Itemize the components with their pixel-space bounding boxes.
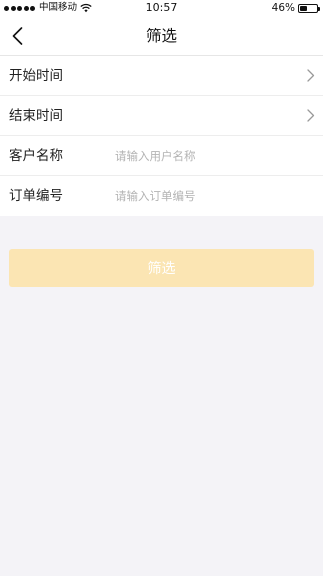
chevron-right-icon xyxy=(307,109,315,122)
filter-button[interactable]: 筛选 xyxy=(9,249,314,287)
nav-bar: 筛选 xyxy=(0,16,323,56)
end-time-label: 结束时间 xyxy=(9,107,63,124)
status-bar-right: 46% xyxy=(271,2,320,14)
customer-name-input[interactable] xyxy=(115,145,313,167)
battery-tip xyxy=(318,6,320,11)
order-number-input[interactable] xyxy=(115,185,313,207)
chevron-right-icon xyxy=(307,69,315,82)
page-title: 筛选 xyxy=(145,27,177,45)
order-number-label: 订单编号 xyxy=(9,188,63,204)
battery-percent: 46% xyxy=(271,2,295,14)
customer-name-row: 客户名称 xyxy=(0,136,323,176)
end-time-row[interactable]: 结束时间 xyxy=(0,96,323,136)
order-number-row: 订单编号 xyxy=(0,176,323,216)
start-time-label: 开始时间 xyxy=(9,67,63,84)
customer-name-label: 客户名称 xyxy=(9,147,63,164)
status-bar: 中国移动 10:57 46% xyxy=(0,0,323,16)
battery-level-fill xyxy=(300,5,307,11)
filter-screen: 中国移动 10:57 46% 筛选 开始时间 结束时间 客户名称 请输入用户名称… xyxy=(0,0,323,576)
start-time-row[interactable]: 开始时间 xyxy=(0,56,323,96)
filter-form: 开始时间 结束时间 客户名称 订单编号 xyxy=(0,56,323,216)
battery-icon xyxy=(298,3,320,13)
